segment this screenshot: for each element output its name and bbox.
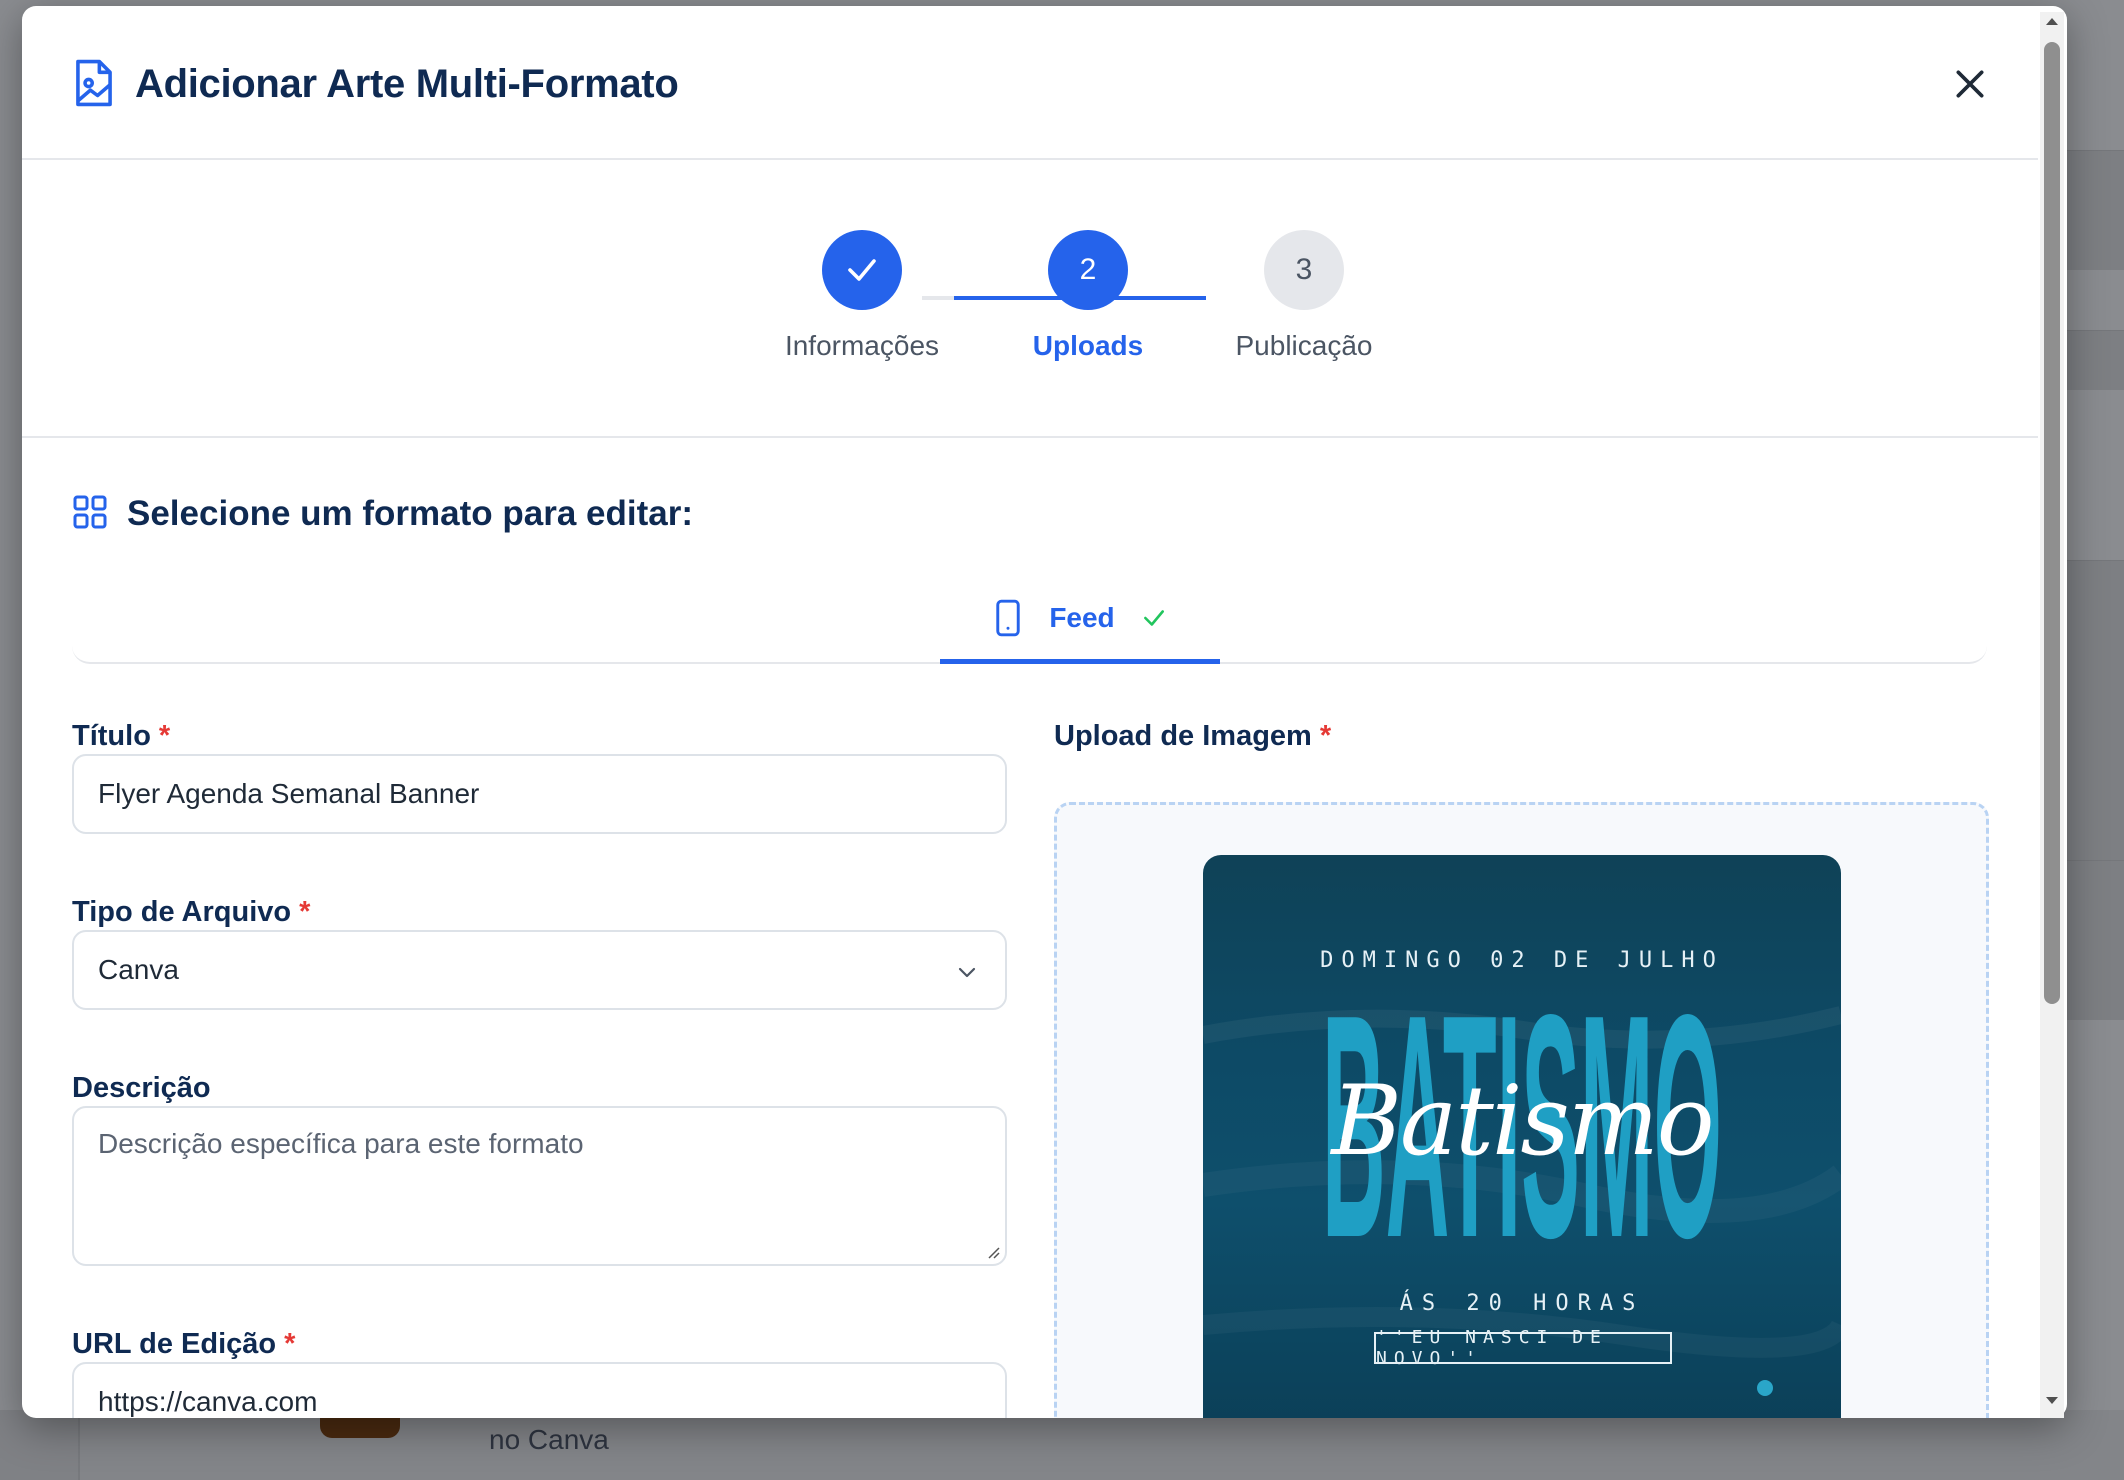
scroll-down-arrow-icon[interactable] [2044, 1394, 2060, 1408]
background-panel [2064, 860, 2124, 1020]
background-row-text: no Canva [489, 1424, 609, 1455]
flyer-date: DOMINGO 02 DE JULHO [1320, 948, 1724, 973]
scrollbar-thumb[interactable] [2044, 42, 2060, 1004]
check-icon [848, 259, 876, 281]
close-icon[interactable] [1950, 64, 1990, 104]
format-tabs: Feed [72, 576, 1987, 664]
background-panel [2064, 560, 2124, 860]
grid-icon [73, 495, 107, 529]
resize-handle-icon[interactable] [985, 1244, 1001, 1260]
stepper: Informações 2 Uploads 3 Publicação [22, 162, 2038, 438]
flyer-script-word: Batismo [1331, 1065, 1714, 1177]
background-panel [2064, 330, 2124, 390]
step-label-publicacao: Publicação [1235, 330, 1373, 361]
image-preview: DOMINGO 02 DE JULHO BATISMO Batismo ÁS 2… [1203, 855, 1841, 1418]
modal-title: Adicionar Arte Multi-Formato [135, 62, 679, 106]
file-type-select[interactable]: Canva [72, 930, 1007, 1010]
scroll-up-arrow-icon[interactable] [2044, 14, 2060, 28]
tab-feed[interactable]: Feed [940, 576, 1220, 664]
flyer-bubble [1757, 1380, 1773, 1396]
step-2-active[interactable]: 2 [1048, 230, 1128, 310]
check-icon [1143, 609, 1164, 626]
modal-header: Adicionar Arte Multi-Formato [22, 6, 2038, 160]
add-art-modal: Adicionar Arte Multi-Formato Informações… [22, 6, 2067, 1418]
flyer-quote: ''EU NASCI DE NOVO'' [1374, 1327, 1672, 1369]
file-type-value: Canva [98, 954, 179, 985]
description-textarea[interactable]: Descrição específica para este formato [72, 1106, 1007, 1266]
background-panel [2064, 150, 2124, 270]
chevron-down-icon [958, 967, 976, 978]
edit-url-input[interactable]: https://canva.com [72, 1362, 1007, 1418]
step-label-uploads: Uploads [1032, 330, 1144, 361]
title-label: Título * [72, 720, 171, 752]
title-input[interactable]: Flyer Agenda Semanal Banner [72, 754, 1007, 834]
format-section-title: Selecione um formato para editar: [127, 494, 693, 533]
step-3-pending[interactable]: 3 [1264, 230, 1344, 310]
description-label: Descrição [72, 1072, 211, 1104]
description-placeholder: Descrição específica para este formato [98, 1128, 584, 1159]
smartphone-icon [996, 599, 1021, 636]
image-upload-label: Upload de Imagem * [1054, 720, 1332, 752]
step-1-complete[interactable] [822, 230, 902, 310]
edit-url-label: URL de Edição * [72, 1328, 296, 1360]
file-type-label: Tipo de Arquivo * [72, 896, 311, 928]
flyer-time: ÁS 20 HORAS [1399, 1291, 1645, 1316]
tab-feed-label: Feed [1049, 601, 1115, 633]
step-label-informacoes: Informações [784, 330, 940, 361]
file-image-icon [76, 59, 112, 107]
